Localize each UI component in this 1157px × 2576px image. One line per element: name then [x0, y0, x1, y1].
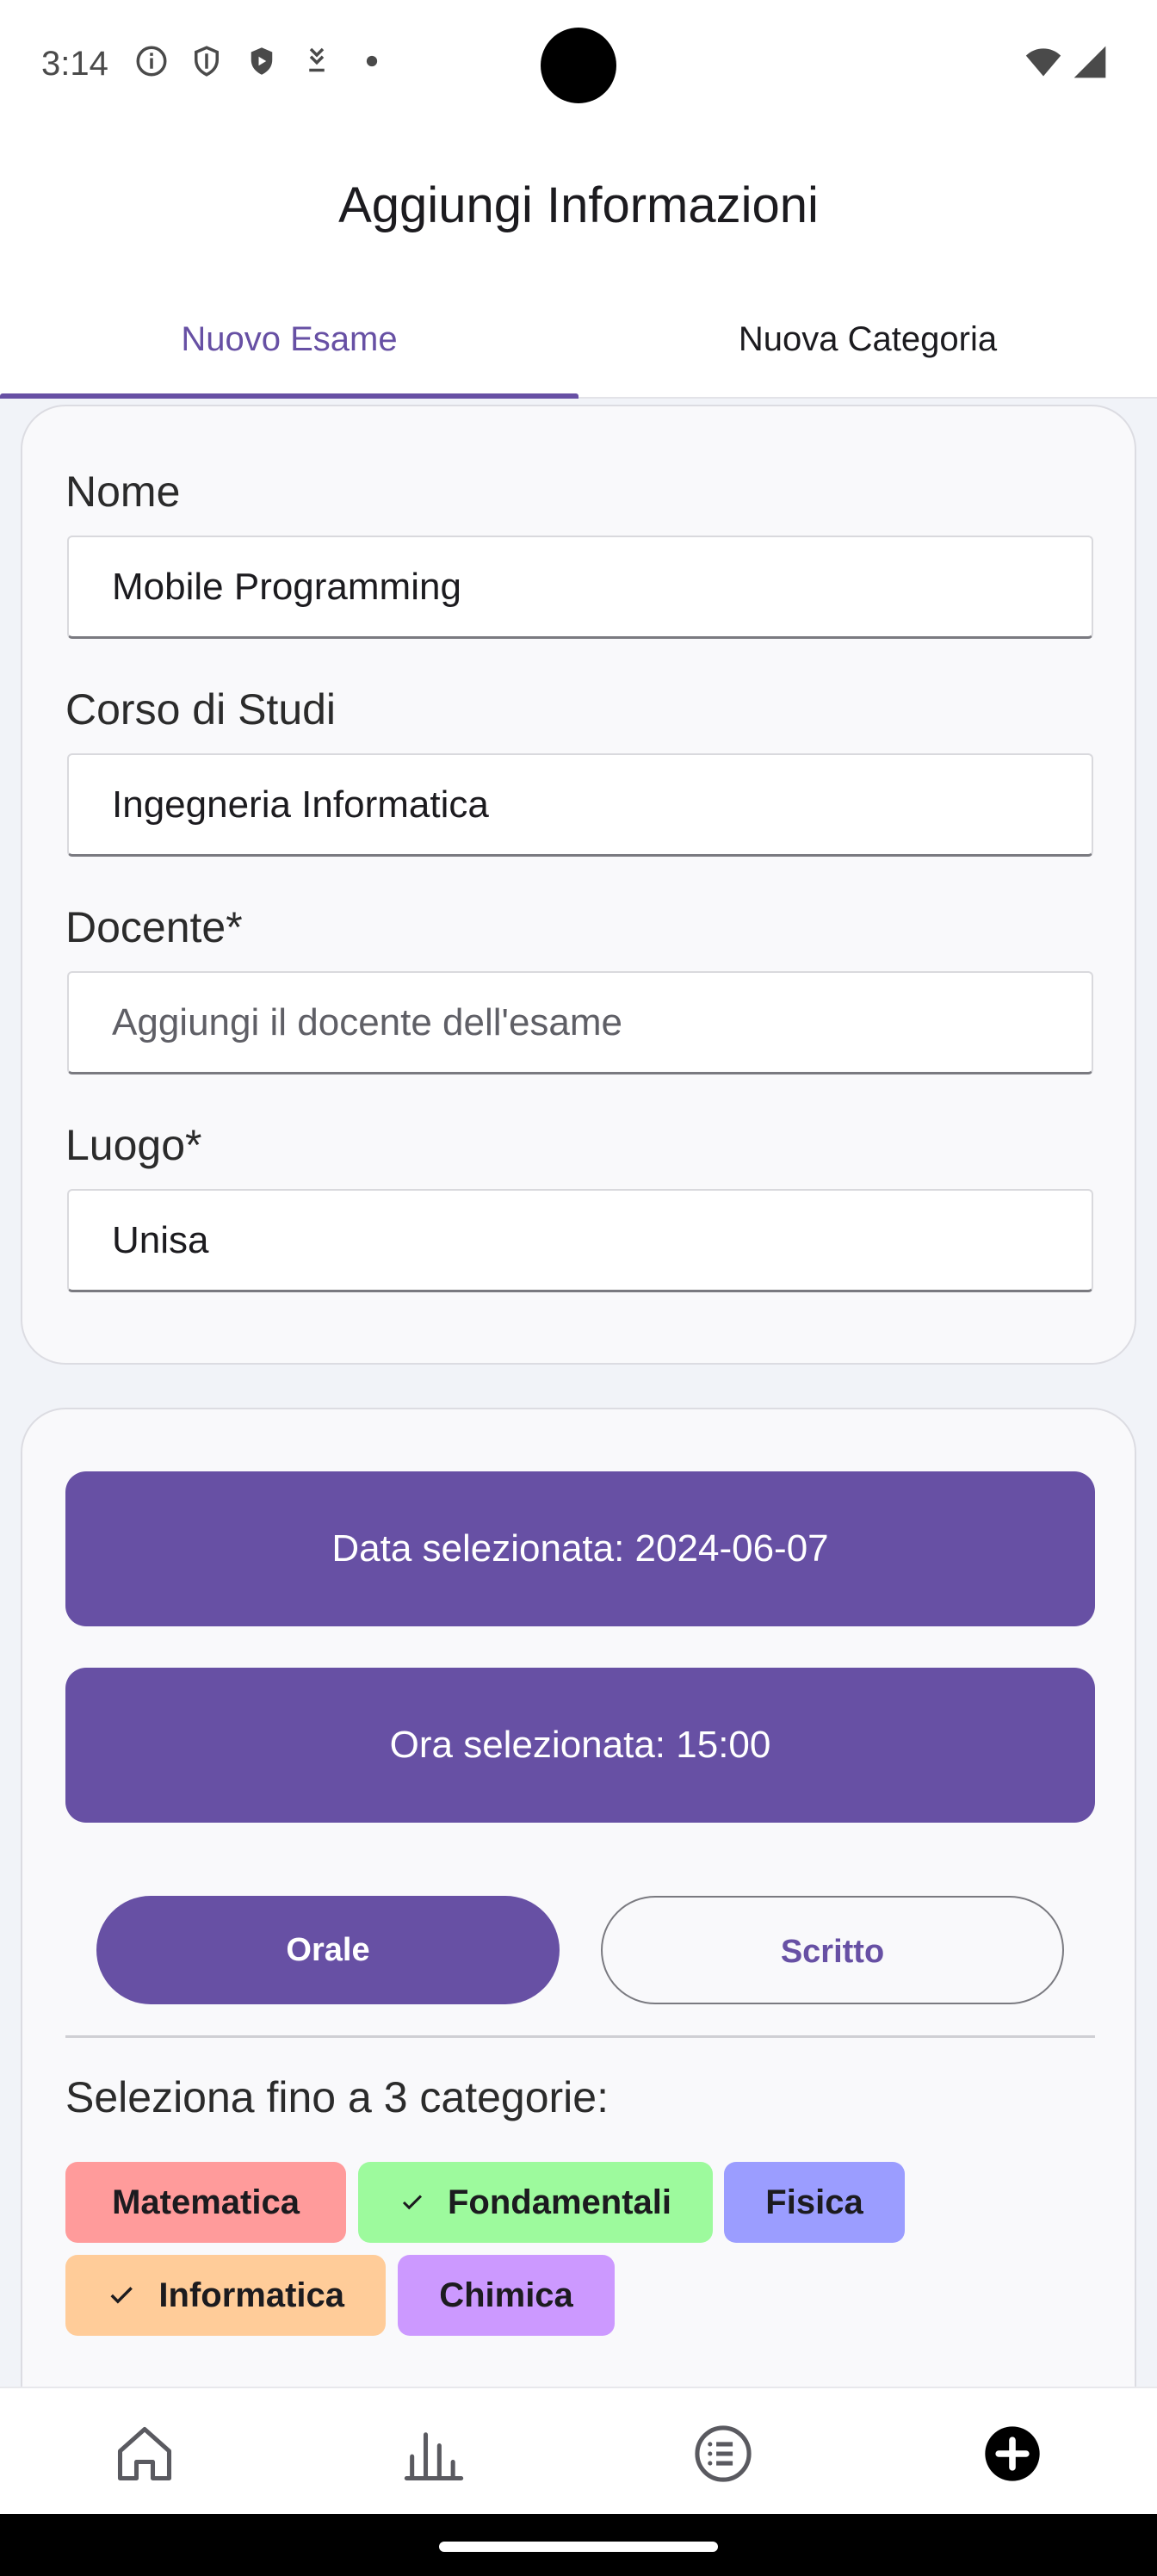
chip-matematica[interactable]: Matematica: [65, 2162, 346, 2243]
date-picker-button[interactable]: Data selezionata: 2024-06-07: [65, 1471, 1095, 1626]
time-picker-button[interactable]: Ora selezionata: 15:00: [65, 1668, 1095, 1823]
schedule-card: Data selezionata: 2024-06-07 Ora selezio…: [21, 1408, 1136, 2398]
nav-list[interactable]: [689, 2419, 758, 2488]
status-bar: 3:14: [0, 0, 1157, 129]
bottom-nav: [0, 2387, 1157, 2514]
orale-toggle-button[interactable]: Orale: [96, 1896, 560, 2004]
scritto-toggle-button[interactable]: Scritto: [601, 1896, 1064, 2004]
nav-stats[interactable]: [399, 2419, 468, 2488]
tab-nuova-categoria[interactable]: Nuova Categoria: [578, 280, 1157, 399]
categories-label: Seleziona fino a 3 categorie:: [65, 2073, 609, 2121]
wifi-icon: [1025, 48, 1061, 77]
tab-bar: Nuovo Esame Nuova Categoria: [0, 280, 1157, 399]
play-shield-icon: [251, 47, 273, 75]
system-icons: [1024, 43, 1109, 81]
signal-icon: [1073, 46, 1106, 78]
nav-add[interactable]: [978, 2419, 1047, 2488]
corso-label: Corso di Studi: [65, 685, 337, 734]
camera-cutout: [541, 28, 616, 103]
docente-label: Docente*: [65, 903, 243, 951]
chip-label: Fisica: [765, 2183, 863, 2221]
dot-icon: [366, 55, 378, 67]
chip-label: Informatica: [158, 2276, 344, 2314]
check-icon: [402, 2195, 423, 2210]
luogo-input[interactable]: [67, 1189, 1093, 1292]
info-icon: [136, 46, 167, 77]
check-icon: [110, 2287, 133, 2304]
download-icon: [309, 47, 325, 72]
chip-chimica[interactable]: Chimica: [398, 2255, 615, 2336]
chip-label: Matematica: [112, 2183, 300, 2221]
shield-icon: [195, 46, 219, 77]
chip-label: Fondamentali: [447, 2183, 671, 2221]
add-icon: [985, 2426, 1040, 2481]
corso-input[interactable]: [67, 753, 1093, 857]
tab-indicator: [0, 393, 578, 399]
nome-label: Nome: [65, 468, 181, 516]
divider: [65, 2035, 1095, 2038]
tab-nuovo-esame[interactable]: Nuovo Esame: [0, 280, 578, 399]
status-time: 3:14: [41, 45, 108, 83]
chip-informatica[interactable]: Informatica: [65, 2255, 386, 2336]
exam-info-card: Nome Corso di Studi Docente* Luogo*: [21, 405, 1136, 1365]
chip-fondamentali[interactable]: Fondamentali: [358, 2162, 713, 2243]
status-icons: [133, 43, 390, 79]
chip-fisica[interactable]: Fisica: [724, 2162, 905, 2243]
nav-home[interactable]: [110, 2419, 179, 2488]
nome-input[interactable]: [67, 536, 1093, 639]
docente-input[interactable]: [67, 971, 1093, 1074]
page-title: Aggiungi Informazioni: [338, 177, 819, 233]
app-header: Aggiungi Informazioni: [0, 129, 1157, 280]
luogo-label: Luogo*: [65, 1121, 202, 1169]
home-icon: [117, 2426, 172, 2481]
list-icon: [695, 2425, 752, 2482]
gesture-bar: [0, 2514, 1157, 2576]
stats-icon: [404, 2432, 464, 2481]
gesture-handle[interactable]: [439, 2542, 718, 2552]
chip-label: Chimica: [439, 2276, 573, 2314]
